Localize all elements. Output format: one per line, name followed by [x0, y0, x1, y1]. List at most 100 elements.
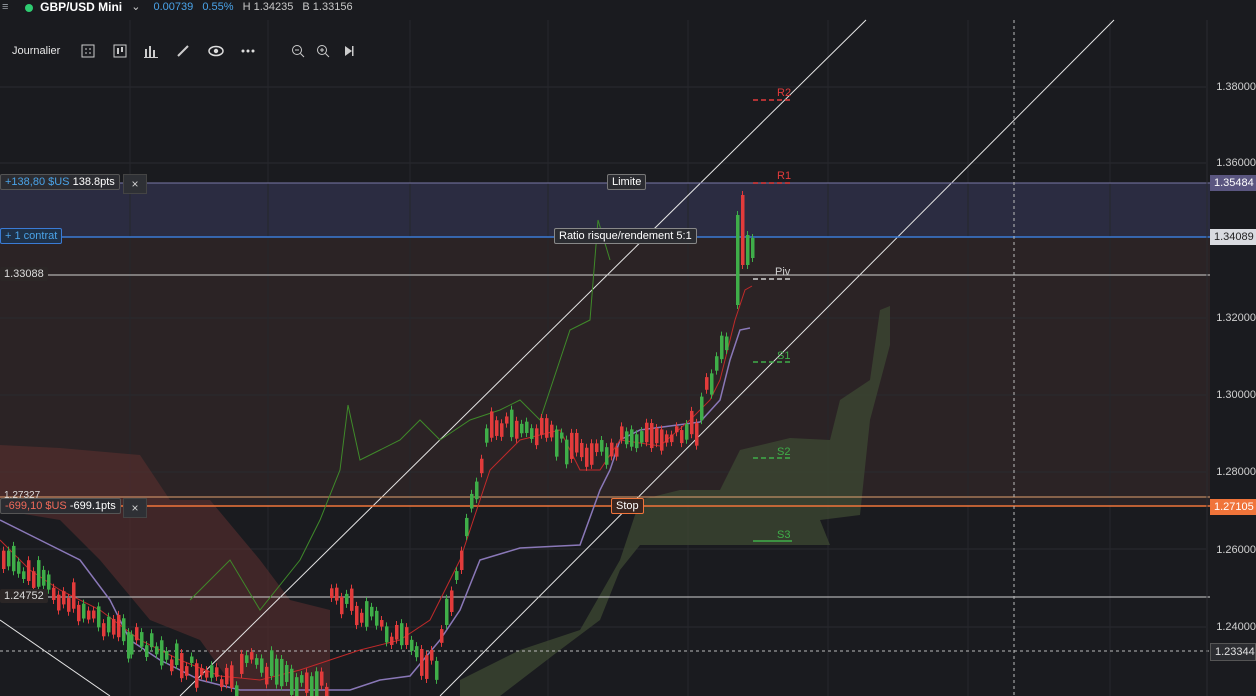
candle-body-146: [736, 215, 740, 305]
candle-body-81: [405, 627, 409, 645]
candle-body-133: [665, 434, 669, 443]
candle-body-142: [710, 373, 714, 395]
pivot-s3-label: S3: [777, 529, 791, 541]
daily-low: B 1.33156: [302, 1, 353, 13]
candle-body-123: [615, 447, 619, 457]
more-icon[interactable]: [239, 40, 257, 62]
contract-label[interactable]: + 1 contrat: [0, 228, 63, 244]
candle-type-icon[interactable]: [112, 40, 128, 62]
candle-body-31: [155, 646, 159, 655]
candle-body-69: [345, 593, 349, 604]
pivot-s2-label: S2: [777, 446, 791, 458]
axis-tick-6: 1.26000: [1216, 544, 1256, 556]
candle-body-18: [92, 610, 96, 619]
draw-pencil-icon[interactable]: [175, 40, 191, 62]
axis-tick-3: 1.32000: [1216, 312, 1256, 324]
candle-body-72: [360, 612, 364, 623]
price-chart[interactable]: [0, 0, 1256, 696]
candle-body-8: [42, 569, 46, 586]
candle-body-110: [550, 424, 554, 438]
candle-body-46: [230, 665, 234, 688]
candle-body-47: [235, 685, 239, 696]
instrument-header: ≡ GBP/USD Mini ⌄ 0.00739 0.55% H 1.34235…: [0, 0, 1256, 16]
candle-body-51: [255, 658, 259, 665]
candle-body-89: [445, 598, 449, 625]
candle-body-75: [375, 610, 379, 626]
candle-body-4: [22, 571, 26, 579]
candle-body-29: [145, 645, 149, 658]
candle-body-137: [685, 423, 689, 440]
axis-tick-4: 1.30000: [1216, 389, 1256, 401]
candle-body-16: [82, 603, 86, 619]
candle-body-147: [741, 195, 745, 265]
skip-end-icon[interactable]: [341, 40, 357, 62]
candle-body-10: [52, 587, 56, 600]
candle-body-85: [425, 655, 429, 679]
candle-body-21: [107, 616, 111, 633]
candle-body-103: [515, 420, 519, 439]
candle-body-98: [490, 411, 494, 438]
candle-body-90: [450, 590, 454, 613]
candle-body-59: [295, 677, 299, 696]
candle-body-26: [130, 634, 134, 655]
candle-body-135: [675, 426, 679, 433]
candle-body-33: [165, 650, 169, 660]
candle-body-111: [555, 429, 559, 457]
candle-body-15: [77, 604, 81, 622]
chevron-down-icon[interactable]: ⌄: [131, 0, 140, 15]
bar-chart-icon[interactable]: [143, 40, 159, 62]
daily-high: H 1.34235: [242, 1, 294, 13]
candle-body-139: [695, 422, 699, 446]
limit-price-tag: 1.35484: [1210, 175, 1256, 191]
candle-body-124: [620, 426, 624, 440]
candle-body-116: [580, 442, 584, 458]
candle-body-143: [715, 356, 719, 371]
limit-pnl-label[interactable]: +138,80 $US 138.8pts: [0, 174, 120, 190]
candle-body-11: [57, 594, 61, 611]
candle-body-148: [746, 235, 750, 265]
candle-body-115: [575, 432, 579, 453]
candle-body-78: [390, 636, 394, 645]
lower-price-label: 1.24752: [0, 589, 48, 603]
risk-reward-label: Ratio risque/rendement 5:1: [554, 228, 697, 244]
hamburger-icon[interactable]: ≡: [2, 0, 16, 15]
stop-pnl-label[interactable]: -699,10 $US -699.1pts: [0, 498, 121, 514]
close-limit-button[interactable]: ×: [123, 174, 147, 194]
candle-body-27: [135, 627, 139, 641]
candle-body-28: [140, 632, 144, 647]
calculator-icon[interactable]: [80, 40, 96, 62]
candle-body-35: [175, 643, 179, 666]
candle-body-34: [170, 659, 174, 672]
candle-body-74: [370, 606, 374, 617]
candle-body-136: [680, 430, 684, 444]
candle-body-24: [122, 618, 126, 642]
pivot-r1-label: R1: [777, 170, 792, 182]
candle-body-97: [485, 428, 489, 443]
limit-order-label[interactable]: Limite: [607, 174, 647, 190]
candle-body-55: [275, 658, 279, 685]
candle-body-130: [650, 423, 654, 449]
candle-body-122: [610, 442, 614, 457]
candle-body-128: [640, 431, 644, 443]
zoom-out-icon[interactable]: [290, 40, 306, 62]
instrument-name[interactable]: GBP/USD Mini: [40, 0, 122, 15]
candle-body-70: [350, 588, 354, 611]
timeframe-selector[interactable]: Journalier: [12, 40, 64, 62]
candle-body-104: [520, 423, 524, 434]
candle-body-52: [260, 658, 264, 673]
candle-body-12: [62, 591, 66, 605]
candle-body-53: [265, 666, 269, 685]
stop-pnl-value: -699,10 $US: [5, 500, 67, 512]
candle-body-95: [475, 481, 479, 500]
candle-body-37: [185, 666, 189, 676]
price-change-percent: 0.55%: [202, 1, 234, 13]
zoom-in-icon[interactable]: [315, 40, 331, 62]
candle-body-106: [530, 428, 534, 439]
candle-body-45: [225, 667, 229, 685]
close-stop-button[interactable]: ×: [123, 498, 147, 518]
candle-body-5: [27, 560, 31, 582]
candle-body-3: [17, 561, 21, 574]
stop-order-label[interactable]: Stop: [611, 498, 644, 514]
eye-icon[interactable]: [207, 40, 225, 62]
candle-body-77: [385, 626, 389, 643]
